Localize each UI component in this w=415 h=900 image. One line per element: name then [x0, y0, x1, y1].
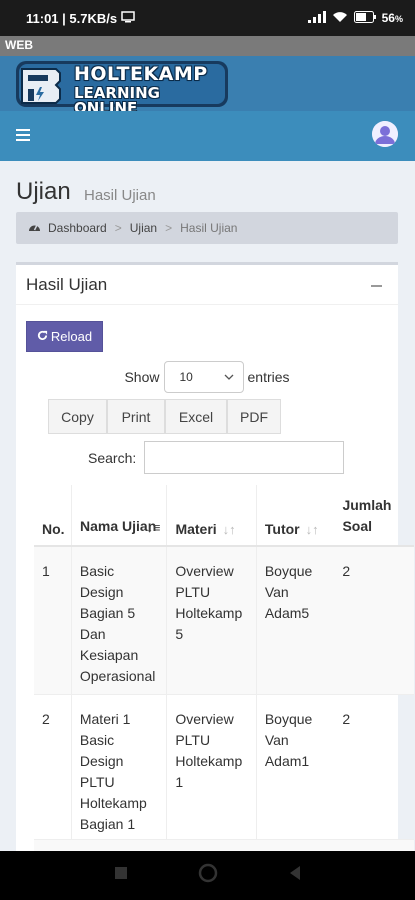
search-label: Search: [88, 449, 137, 466]
back-icon[interactable] [288, 865, 302, 886]
column-header-materi[interactable]: Materi ↓↑ [167, 485, 257, 545]
print-button[interactable]: Print [107, 399, 165, 434]
column-header-jumlah-soal[interactable]: Jumlah Soal [334, 485, 414, 545]
screen-cast-icon [121, 10, 135, 26]
breadcrumb-dashboard[interactable]: Dashboard [48, 221, 107, 235]
time-and-speed: 11:01 | 5.7KB/s [26, 10, 118, 26]
top-navbar [0, 111, 415, 161]
sort-desc-icon: ↓≡ [146, 520, 161, 535]
entries-label: entries [247, 369, 290, 385]
pdf-button[interactable]: PDF [227, 399, 281, 434]
cell-nama-ujian: Basic Design Bagian 5 Dan Kesiapan Opera… [72, 547, 168, 694]
cell-no: 2 [34, 695, 72, 839]
breadcrumb-separator: > [114, 221, 122, 235]
table-row[interactable]: 2 Materi 1 Basic Design PLTU Holtekamp B… [34, 694, 414, 839]
entries-value: 10 [179, 370, 193, 384]
copy-button[interactable]: Copy [48, 399, 107, 434]
logo-bar: HOLTEKAMP LEARNING ONLINE [0, 56, 415, 116]
dashboard-icon [28, 221, 41, 236]
cell-jumlah-soal: 2 [342, 563, 351, 579]
entries-select[interactable]: 10 [163, 361, 244, 393]
excel-button[interactable]: Excel [165, 399, 227, 434]
breadcrumb: Dashboard > Ujian > Hasil Ujian [16, 212, 398, 244]
status-bar: 11:01 | 5.7KB/s 56% [0, 0, 415, 36]
cell-jumlah-soal: 2 [342, 711, 351, 727]
breadcrumb-current: Hasil Ujian [180, 221, 238, 235]
user-avatar-icon[interactable] [372, 121, 398, 147]
reload-label: Reload [50, 329, 93, 344]
collapse-icon[interactable] [371, 285, 382, 287]
column-header-nama-ujian[interactable]: Nama Ujian ↓≡ [72, 485, 168, 545]
box-title: Hasil Ujian [26, 274, 108, 294]
recent-apps-icon[interactable] [114, 866, 128, 885]
reload-button[interactable]: Reload [26, 321, 103, 352]
battery-level: 56% [381, 11, 403, 25]
column-header-no[interactable]: No. [34, 485, 72, 545]
cell-nama-ujian: Materi 1 Basic Design PLTU Holtekamp Bag… [72, 695, 168, 839]
cell-materi: Overview PLTU Holtekamp 1 [167, 695, 257, 839]
search-control: Search: [88, 441, 345, 474]
refresh-icon [37, 329, 48, 344]
search-input[interactable] [144, 441, 345, 474]
home-icon[interactable] [198, 863, 218, 888]
holtekamp-logo[interactable]: HOLTEKAMP LEARNING ONLINE [16, 59, 228, 116]
sort-icon: ↓↑ [305, 522, 319, 537]
hasil-ujian-table: No. Nama Ujian ↓≡ Materi ↓↑ Tutor ↓↑ Jum… [34, 485, 414, 869]
box-header: Hasil Ujian [16, 265, 398, 305]
app-label-bar: WEB [0, 36, 415, 56]
page-subtitle: Hasil Ujian [84, 187, 156, 204]
logo-line-1: HOLTEKAMP [74, 63, 208, 85]
breadcrumb-ujian[interactable]: Ujian [130, 221, 157, 235]
cell-materi: Overview PLTU Holtekamp 5 [167, 547, 257, 694]
column-header-tutor[interactable]: Tutor ↓↑ [257, 485, 335, 545]
android-navigation-bar [0, 851, 415, 900]
sort-icon: ↓↑ [222, 522, 236, 537]
export-button-group: Copy Print Excel PDF [48, 399, 281, 434]
table-header-row: No. Nama Ujian ↓≡ Materi ↓↑ Tutor ↓↑ Jum… [34, 485, 414, 547]
cell-tutor: Boyque Van Adam5 [264, 563, 313, 621]
hamburger-menu-icon[interactable] [16, 129, 30, 141]
breadcrumb-separator: > [165, 221, 173, 235]
cell-tutor: Boyque Van Adam1 [264, 711, 313, 769]
wifi-icon [332, 11, 348, 26]
show-label: Show [124, 369, 160, 385]
entries-length-control: Show 10 entries [16, 361, 398, 393]
page-title: Ujian [16, 178, 71, 205]
chevron-down-icon [223, 371, 235, 386]
signal-icon [307, 10, 326, 26]
cell-no: 1 [34, 547, 72, 694]
battery-icon [353, 10, 376, 26]
table-row[interactable]: 1 Basic Design Bagian 5 Dan Kesiapan Ope… [34, 547, 414, 694]
